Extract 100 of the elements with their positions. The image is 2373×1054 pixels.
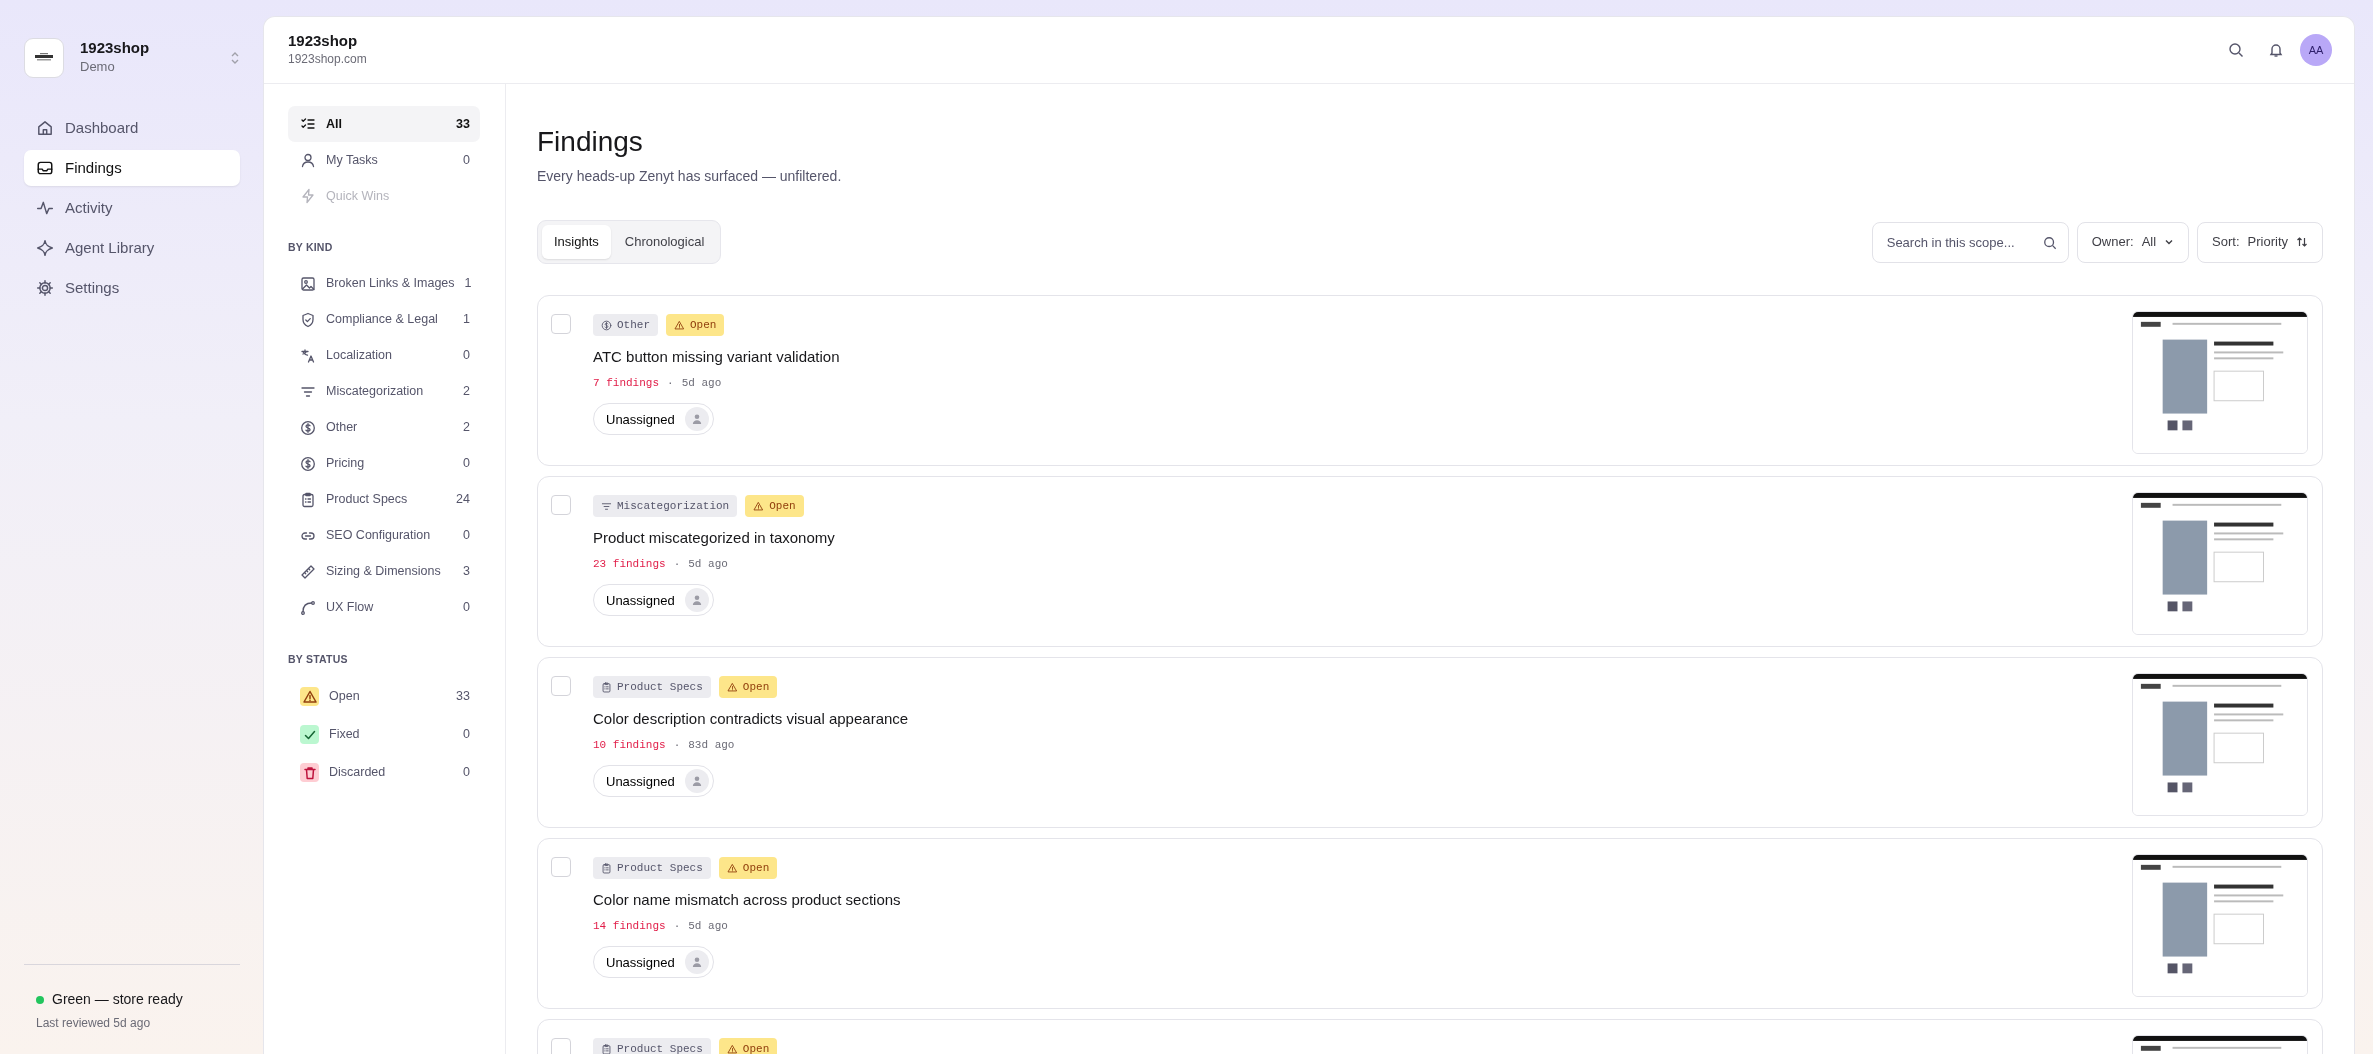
filter-item[interactable]: UX Flow 0	[288, 589, 480, 626]
clipboard-icon	[601, 862, 612, 874]
filter-item[interactable]: Compliance & Legal 1	[288, 301, 480, 338]
filter-item[interactable]: Pricing 0	[288, 445, 480, 482]
chevron-up-down-icon[interactable]	[230, 51, 240, 65]
category-tag: Product Specs	[593, 856, 711, 880]
person-icon	[690, 775, 703, 788]
select-checkbox[interactable]	[551, 856, 571, 877]
filter-item[interactable]: Open 33	[288, 677, 480, 716]
finding-card[interactable]: Product Specs Open	[537, 1018, 2323, 1054]
filter-item[interactable]: Fixed 0	[288, 715, 480, 754]
person-icon	[690, 594, 703, 607]
category-tag: Other	[593, 313, 658, 337]
view-tab[interactable]: Chronological	[612, 225, 717, 259]
filter-item[interactable]: Product Specs 24	[288, 481, 480, 518]
finding-title[interactable]: Color description contradicts visual appearance	[593, 708, 909, 731]
filter-item[interactable]: My Tasks 0	[288, 142, 480, 178]
category-tag: Product Specs	[593, 675, 711, 699]
separator-dot: ·	[673, 556, 681, 572]
status-tag: Open	[666, 313, 725, 337]
finding-title[interactable]: Product miscategorized in taxonomy	[593, 527, 835, 550]
select-checkbox[interactable]	[551, 1037, 571, 1054]
assignee-button[interactable]: Unassigned	[593, 584, 714, 617]
select-checkbox[interactable]	[551, 313, 571, 334]
dollar-circle-icon	[300, 419, 316, 436]
filter-item[interactable]: All 33	[288, 106, 480, 142]
nav-item[interactable]: Findings	[24, 150, 240, 186]
finding-card[interactable]: Product Specs Open Color name mismatch across product sections 14 findings · 5d ago Unassigned	[537, 837, 2323, 1009]
section-heading: BY STATUS	[288, 651, 349, 667]
filter-lines-icon	[601, 500, 612, 512]
findings-count: 10 findings	[593, 737, 666, 753]
user-icon	[300, 152, 316, 168]
owner-dropdown[interactable]: Owner: All	[2076, 221, 2190, 263]
sort-icon	[2296, 236, 2308, 249]
page-title: Findings	[537, 125, 644, 159]
dollar-circle-icon	[300, 455, 316, 472]
person-icon	[690, 956, 703, 969]
activity-icon	[36, 199, 54, 217]
image-icon	[300, 275, 316, 292]
last-reviewed-text: Last reviewed 5d ago	[36, 1015, 152, 1032]
assignee-button[interactable]: Unassigned	[593, 403, 714, 436]
filter-item[interactable]: SEO Configuration 0	[288, 517, 480, 554]
separator-dot: ·	[673, 918, 681, 934]
finding-age: 5d ago	[688, 556, 728, 572]
warning-icon	[726, 681, 738, 693]
warning-icon	[726, 862, 738, 874]
finding-card[interactable]: Miscategorization Open Product miscategorized in taxonomy 23 findings · 5d ago Unassigned	[537, 475, 2323, 647]
warning-icon	[753, 500, 765, 512]
assignee-button[interactable]: Unassigned	[593, 765, 714, 798]
finding-title[interactable]: Color name mismatch across product sections	[593, 889, 901, 912]
search-field[interactable]: Search in this scope...	[1871, 221, 2069, 263]
curve-path-icon	[300, 599, 316, 616]
home-icon	[36, 119, 54, 137]
nav-item[interactable]: Agent Library	[24, 230, 240, 266]
finding-title[interactable]: ATC button missing variant validation	[593, 346, 840, 369]
page-subtitle: Every heads-up Zenyt has surfaced — unfiltered.	[537, 167, 843, 187]
clipboard-icon	[601, 1043, 612, 1054]
filter-item[interactable]: Discarded 0	[288, 753, 480, 792]
status-tag: Open	[718, 675, 778, 699]
status-tag: Open	[745, 494, 804, 518]
checklist-icon	[300, 116, 316, 132]
clipboard-icon	[601, 681, 612, 693]
findings-count: 7 findings	[593, 375, 659, 391]
sort-dropdown[interactable]: Sort: Priority	[2197, 221, 2323, 263]
search-icon	[2228, 42, 2244, 58]
settings-icon	[36, 279, 54, 297]
dollar-circle-icon	[601, 319, 612, 331]
finding-card[interactable]: Other Open ATC button missing variant validation 7 findings · 5d ago Unassigned	[537, 294, 2323, 466]
filter-item[interactable]: Localization 0	[288, 337, 480, 374]
translate-icon	[300, 347, 316, 364]
workspace-name[interactable]: 1923shop	[80, 39, 214, 58]
store-status-label: Green — store ready	[52, 990, 183, 1009]
store-domain: 1923shop.com	[288, 51, 367, 68]
filter-item[interactable]: Miscategorization 2	[288, 373, 480, 410]
nav-item[interactable]: Activity	[24, 190, 240, 226]
finding-card[interactable]: Product Specs Open Color description contradicts visual appearance 10 findings · 83d ago Unassigned	[537, 656, 2323, 828]
section-heading: BY KIND	[288, 240, 334, 255]
nav-item[interactable]: Dashboard	[24, 110, 240, 146]
store-logo	[24, 38, 64, 78]
nav-item[interactable]: Settings	[24, 270, 240, 306]
separator-dot: ·	[673, 737, 681, 753]
assignee-button[interactable]: Unassigned	[593, 946, 714, 979]
search-icon	[2042, 235, 2057, 250]
ruler-icon	[300, 563, 316, 580]
select-checkbox[interactable]	[551, 494, 571, 515]
workspace-plan: Demo	[80, 58, 116, 77]
warning-icon	[726, 1043, 738, 1054]
person-icon	[690, 413, 703, 426]
finding-age: 83d ago	[688, 737, 735, 753]
filter-item[interactable]: Sizing & Dimensions 3	[288, 553, 480, 590]
filter-item[interactable]: Other 2	[288, 409, 480, 446]
filter-item[interactable]: Broken Links & Images 1	[288, 265, 480, 302]
view-tab[interactable]: Insights	[542, 225, 611, 259]
warning-icon	[674, 319, 685, 331]
shield-check-icon	[300, 311, 316, 328]
user-avatar[interactable]: AA	[2300, 34, 2332, 66]
inbox-icon	[36, 159, 54, 177]
store-title: 1923shop	[288, 32, 359, 50]
select-checkbox[interactable]	[551, 675, 571, 696]
bell-icon	[2268, 42, 2284, 58]
